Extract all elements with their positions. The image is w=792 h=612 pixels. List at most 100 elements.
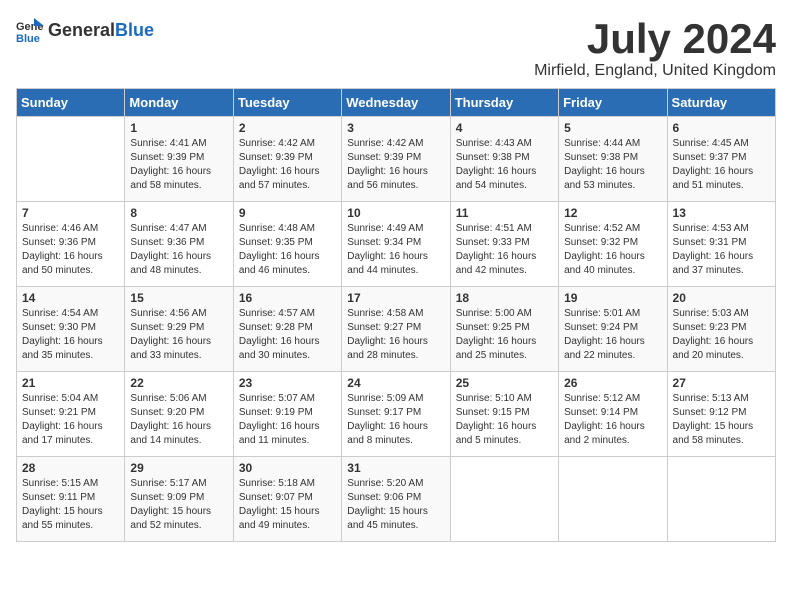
day-info: Sunrise: 4:44 AM Sunset: 9:38 PM Dayligh… [564,137,661,193]
day-info: Sunrise: 5:03 AM Sunset: 9:23 PM Dayligh… [673,307,770,363]
day-number: 11 [456,206,553,220]
header-day-friday: Friday [559,89,667,117]
calendar-cell: 13 Sunrise: 4:53 AM Sunset: 9:31 PM Dayli… [667,202,775,287]
day-info: Sunrise: 4:57 AM Sunset: 9:28 PM Dayligh… [239,307,336,363]
header-day-saturday: Saturday [667,89,775,117]
day-number: 8 [130,206,227,220]
calendar-cell: 15 Sunrise: 4:56 AM Sunset: 9:29 PM Dayli… [125,287,233,372]
logo-general: General [48,20,115,41]
day-info: Sunrise: 5:18 AM Sunset: 9:07 PM Dayligh… [239,477,336,533]
calendar-week-2: 7Sunrise: 4:46 AM Sunset: 9:36 PM Daylig… [17,202,776,287]
calendar-cell: 25Sunrise: 5:10 AM Sunset: 9:15 PM Dayli… [450,372,558,457]
day-info: Sunrise: 4:41 AM Sunset: 9:39 PM Dayligh… [130,137,227,193]
day-number: 29 [130,461,227,475]
day-number: 1 [130,121,227,135]
day-number: 23 [239,376,336,390]
calendar-cell: 23 Sunrise: 5:07 AM Sunset: 9:19 PM Dayli… [233,372,341,457]
header-day-wednesday: Wednesday [342,89,450,117]
calendar-cell: 17 Sunrise: 4:58 AM Sunset: 9:27 PM Dayli… [342,287,450,372]
day-number: 12 [564,206,661,220]
day-info: Sunrise: 5:06 AM Sunset: 9:20 PM Dayligh… [130,392,227,448]
day-info: Sunrise: 4:46 AM Sunset: 9:36 PM Dayligh… [22,222,119,278]
calendar-cell: 2Sunrise: 4:42 AM Sunset: 9:39 PM Daylig… [233,117,341,202]
day-info: Sunrise: 5:09 AM Sunset: 9:17 PM Dayligh… [347,392,444,448]
day-info: Sunrise: 4:45 AM Sunset: 9:37 PM Dayligh… [673,137,770,193]
day-info: Sunrise: 4:48 AM Sunset: 9:35 PM Dayligh… [239,222,336,278]
calendar-cell: 21Sunrise: 5:04 AM Sunset: 9:21 PM Dayli… [17,372,125,457]
logo-icon: General Blue [16,16,44,44]
calendar-cell: 29 Sunrise: 5:17 AM Sunset: 9:09 PM Dayli… [125,457,233,542]
svg-text:Blue: Blue [16,33,40,44]
day-info: Sunrise: 4:54 AM Sunset: 9:30 PM Dayligh… [22,307,119,363]
calendar-cell: 16 Sunrise: 4:57 AM Sunset: 9:28 PM Dayli… [233,287,341,372]
calendar-cell [450,457,558,542]
day-number: 28 [22,461,119,475]
calendar-cell: 31 Sunrise: 5:20 AM Sunset: 9:06 PM Dayli… [342,457,450,542]
day-info: Sunrise: 5:10 AM Sunset: 9:15 PM Dayligh… [456,392,553,448]
day-info: Sunrise: 5:20 AM Sunset: 9:06 PM Dayligh… [347,477,444,533]
calendar-cell: 26Sunrise: 5:12 AM Sunset: 9:14 PM Dayli… [559,372,667,457]
calendar-table: SundayMondayTuesdayWednesdayThursdayFrid… [16,88,776,542]
day-number: 13 [673,206,770,220]
day-info: Sunrise: 5:13 AM Sunset: 9:12 PM Dayligh… [673,392,770,448]
calendar-body: 1 Sunrise: 4:41 AM Sunset: 9:39 PM Daylig… [17,117,776,542]
logo-blue: Blue [115,20,154,41]
day-info: Sunrise: 4:58 AM Sunset: 9:27 PM Dayligh… [347,307,444,363]
day-number: 17 [347,291,444,305]
calendar-week-3: 14 Sunrise: 4:54 AM Sunset: 9:30 PM Dayli… [17,287,776,372]
day-number: 3 [347,121,444,135]
day-number: 15 [130,291,227,305]
day-number: 20 [673,291,770,305]
day-number: 22 [130,376,227,390]
calendar-cell: 11 Sunrise: 4:51 AM Sunset: 9:33 PM Dayli… [450,202,558,287]
day-info: Sunrise: 4:56 AM Sunset: 9:29 PM Dayligh… [130,307,227,363]
day-info: Sunrise: 5:07 AM Sunset: 9:19 PM Dayligh… [239,392,336,448]
calendar-cell: 18Sunrise: 5:00 AM Sunset: 9:25 PM Dayli… [450,287,558,372]
day-number: 31 [347,461,444,475]
header-day-sunday: Sunday [17,89,125,117]
day-info: Sunrise: 4:47 AM Sunset: 9:36 PM Dayligh… [130,222,227,278]
calendar-cell: 9 Sunrise: 4:48 AM Sunset: 9:35 PM Daylig… [233,202,341,287]
calendar-cell: 7Sunrise: 4:46 AM Sunset: 9:36 PM Daylig… [17,202,125,287]
day-info: Sunrise: 4:53 AM Sunset: 9:31 PM Dayligh… [673,222,770,278]
calendar-cell: 24Sunrise: 5:09 AM Sunset: 9:17 PM Dayli… [342,372,450,457]
calendar-week-5: 28 Sunrise: 5:15 AM Sunset: 9:11 PM Dayli… [17,457,776,542]
day-number: 30 [239,461,336,475]
day-info: Sunrise: 5:01 AM Sunset: 9:24 PM Dayligh… [564,307,661,363]
calendar-cell: 12 Sunrise: 4:52 AM Sunset: 9:32 PM Dayli… [559,202,667,287]
day-info: Sunrise: 5:04 AM Sunset: 9:21 PM Dayligh… [22,392,119,448]
calendar-cell [17,117,125,202]
calendar-cell: 1 Sunrise: 4:41 AM Sunset: 9:39 PM Daylig… [125,117,233,202]
calendar-cell: 10Sunrise: 4:49 AM Sunset: 9:34 PM Dayli… [342,202,450,287]
calendar-cell: 22 Sunrise: 5:06 AM Sunset: 9:20 PM Dayli… [125,372,233,457]
day-info: Sunrise: 5:15 AM Sunset: 9:11 PM Dayligh… [22,477,119,533]
day-info: Sunrise: 4:51 AM Sunset: 9:33 PM Dayligh… [456,222,553,278]
calendar-cell: 19 Sunrise: 5:01 AM Sunset: 9:24 PM Dayli… [559,287,667,372]
day-number: 14 [22,291,119,305]
day-info: Sunrise: 5:12 AM Sunset: 9:14 PM Dayligh… [564,392,661,448]
day-number: 5 [564,121,661,135]
day-number: 16 [239,291,336,305]
calendar-week-4: 21Sunrise: 5:04 AM Sunset: 9:21 PM Dayli… [17,372,776,457]
header: General Blue GeneralBlue July 2024 Mirfi… [16,16,776,80]
month-title: July 2024 [534,16,776,62]
calendar-cell: 5 Sunrise: 4:44 AM Sunset: 9:38 PM Daylig… [559,117,667,202]
day-number: 19 [564,291,661,305]
day-info: Sunrise: 4:52 AM Sunset: 9:32 PM Dayligh… [564,222,661,278]
day-number: 6 [673,121,770,135]
day-info: Sunrise: 4:43 AM Sunset: 9:38 PM Dayligh… [456,137,553,193]
header-day-thursday: Thursday [450,89,558,117]
calendar-cell: 20 Sunrise: 5:03 AM Sunset: 9:23 PM Dayli… [667,287,775,372]
calendar-cell: 30 Sunrise: 5:18 AM Sunset: 9:07 PM Dayli… [233,457,341,542]
calendar-cell [667,457,775,542]
header-day-tuesday: Tuesday [233,89,341,117]
calendar-cell: 8 Sunrise: 4:47 AM Sunset: 9:36 PM Daylig… [125,202,233,287]
calendar-week-1: 1 Sunrise: 4:41 AM Sunset: 9:39 PM Daylig… [17,117,776,202]
day-number: 9 [239,206,336,220]
calendar-cell: 28 Sunrise: 5:15 AM Sunset: 9:11 PM Dayli… [17,457,125,542]
day-info: Sunrise: 5:17 AM Sunset: 9:09 PM Dayligh… [130,477,227,533]
location-title: Mirfield, England, United Kingdom [534,62,776,80]
calendar-cell: 3Sunrise: 4:42 AM Sunset: 9:39 PM Daylig… [342,117,450,202]
calendar-cell: 6 Sunrise: 4:45 AM Sunset: 9:37 PM Daylig… [667,117,775,202]
header-day-monday: Monday [125,89,233,117]
